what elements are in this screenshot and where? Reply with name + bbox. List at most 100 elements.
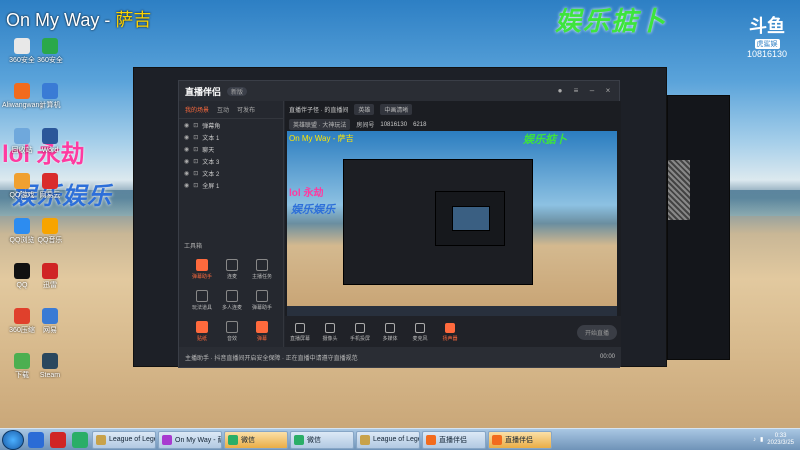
game-chip[interactable]: 英雄联盟 · 大神玩法: [289, 119, 351, 130]
desktop-icon[interactable]: 360安全: [30, 38, 70, 65]
tool-button[interactable]: 多人连麦: [217, 290, 247, 311]
quicklaunch-icon[interactable]: [72, 431, 88, 448]
room-label: 房间号: [356, 123, 375, 129]
source-item[interactable]: ◉ ⊡ 文本 2: [179, 167, 283, 179]
taskbar-item[interactable]: 直播伴侣: [422, 430, 486, 449]
tool-label: 贴纸: [196, 336, 207, 342]
lock-icon[interactable]: ⊡: [193, 122, 198, 129]
status-time: 00:00: [599, 354, 615, 360]
eye-icon[interactable]: ◉: [184, 146, 189, 153]
start-live-button[interactable]: 开始直播: [576, 325, 617, 340]
app-icon: [42, 353, 58, 369]
desktop-icon[interactable]: 计算机: [30, 83, 70, 110]
eye-icon[interactable]: ◉: [184, 158, 189, 165]
taskbar-item[interactable]: 直播伴侣: [488, 430, 552, 449]
source-item[interactable]: ◉ ⊡ 全屏 1: [179, 179, 283, 191]
tool-icon: [226, 290, 238, 302]
desktop-icon[interactable]: QQ音乐: [30, 218, 70, 245]
app-icon: [14, 83, 30, 99]
scene-tab[interactable]: 可发布: [237, 105, 255, 114]
source-button[interactable]: 直播屏幕: [289, 323, 311, 342]
source-item[interactable]: ◉ ⊡ 文本 3: [179, 155, 283, 167]
taskbar-item-label: On My Way - 萨...: [175, 436, 221, 444]
lock-icon[interactable]: ⊡: [193, 170, 198, 177]
eye-icon[interactable]: ◉: [184, 182, 189, 189]
stream-preview[interactable]: On My Way - 萨吉 娱乐掂卜 lol 永劫 娱乐娱乐: [287, 131, 617, 316]
close-icon[interactable]: ×: [603, 86, 613, 96]
tool-label: 连麦: [226, 274, 237, 280]
tool-button[interactable]: 贴纸: [187, 321, 217, 342]
app-icon: [42, 308, 58, 324]
avatar[interactable]: ●: [555, 86, 565, 96]
system-tray: ♪ ▮ 0:33 2023/3/25: [753, 433, 800, 447]
source-button-icon: [325, 323, 335, 333]
desktop-icon[interactable]: 迅雷: [30, 263, 70, 290]
source-item[interactable]: ◉ ⊡ 文本 1: [179, 131, 283, 143]
source-button[interactable]: 手机投屏: [349, 323, 371, 342]
tool-button[interactable]: 连麦: [217, 259, 247, 280]
eye-icon[interactable]: ◉: [184, 122, 189, 129]
tool-button[interactable]: 音效: [217, 321, 247, 342]
source-item[interactable]: ◉ ⊡ 聊天: [179, 143, 283, 155]
scene-tab[interactable]: 互动: [217, 105, 229, 114]
app-icon: [14, 218, 30, 234]
desktop-icon[interactable]: Word: [30, 128, 70, 155]
app-icon: [42, 128, 58, 144]
minimize-icon[interactable]: –: [587, 86, 597, 96]
taskbar-item[interactable]: 微信: [290, 430, 354, 449]
tool-icon: [226, 259, 238, 271]
source-button[interactable]: 麦克风: [409, 323, 431, 342]
source-label: 聊天: [202, 147, 215, 154]
volume-icon[interactable]: ♪: [753, 437, 756, 443]
tool-button[interactable]: 玩法道具: [187, 290, 217, 311]
source-button[interactable]: 多媒体: [379, 323, 401, 342]
desktop-icon-label: 计算机: [39, 102, 61, 109]
clarity-chip[interactable]: 中画清晰: [380, 104, 413, 115]
tool-button[interactable]: 弹幕: [247, 321, 277, 342]
room-title[interactable]: 直播伴子怪 · 的直播间: [289, 105, 348, 114]
desktop-icon[interactable]: Steam: [30, 353, 70, 380]
desktop-icon[interactable]: 网易云: [30, 173, 70, 200]
desktop-icon-label: Word: [41, 147, 59, 154]
status-text: 主播助手 · 抖音直播间开启安全保障 · 正在直播中请遵守直播规范: [185, 355, 358, 362]
preview-ent-text: 娱乐掂卜: [523, 134, 567, 146]
tool-button[interactable]: 主播任务: [247, 259, 277, 280]
network-icon[interactable]: ▮: [760, 436, 763, 443]
tool-button[interactable]: 弹幕助手: [187, 259, 217, 280]
scene-tab[interactable]: 我的场景: [185, 105, 209, 114]
source-label: 文本 2: [202, 171, 220, 178]
start-button[interactable]: [2, 429, 24, 450]
desktop-icon-label: Steam: [39, 372, 61, 379]
tool-label: 音效: [226, 336, 237, 342]
category-chip[interactable]: 英雄: [354, 104, 375, 115]
source-label: 文本 3: [202, 159, 220, 166]
source-button[interactable]: 摄像头: [319, 323, 341, 342]
tool-button[interactable]: 弹幕助手: [247, 290, 277, 311]
lock-icon[interactable]: ⊡: [193, 158, 198, 165]
source-label: 弹幕角: [202, 123, 221, 130]
preview-blue-text: 娱乐娱乐: [291, 204, 335, 216]
preview-pink-text: lol 永劫: [289, 188, 324, 199]
taskbar-item[interactable]: 微信: [224, 430, 288, 449]
eye-icon[interactable]: ◉: [184, 170, 189, 177]
menu-icon[interactable]: ≡: [571, 86, 581, 96]
clock[interactable]: 0:33 2023/3/25: [767, 433, 794, 447]
app-icon: [14, 38, 30, 54]
quicklaunch-icon[interactable]: [28, 431, 44, 448]
eye-icon[interactable]: ◉: [184, 134, 189, 141]
lock-icon[interactable]: ⊡: [193, 146, 198, 153]
taskbar-item[interactable]: League of Lege...: [92, 430, 156, 449]
tool-label: 主播任务: [251, 274, 272, 280]
desktop-icon[interactable]: 网易: [30, 308, 70, 335]
quicklaunch-icon[interactable]: [50, 431, 66, 448]
taskbar-item[interactable]: On My Way - 萨...: [158, 430, 222, 449]
douyu-tag: 虎鲨娱: [754, 39, 780, 49]
taskbar-app-icon: [96, 434, 106, 445]
source-item[interactable]: ◉ ⊡ 弹幕角: [179, 119, 283, 131]
taskbar-app-icon: [360, 434, 370, 445]
lock-icon[interactable]: ⊡: [193, 134, 198, 141]
source-label: 文本 1: [202, 135, 220, 142]
lock-icon[interactable]: ⊡: [193, 182, 198, 189]
taskbar-item[interactable]: League of Lege...: [356, 430, 420, 449]
source-button[interactable]: 扬声器: [439, 323, 461, 342]
